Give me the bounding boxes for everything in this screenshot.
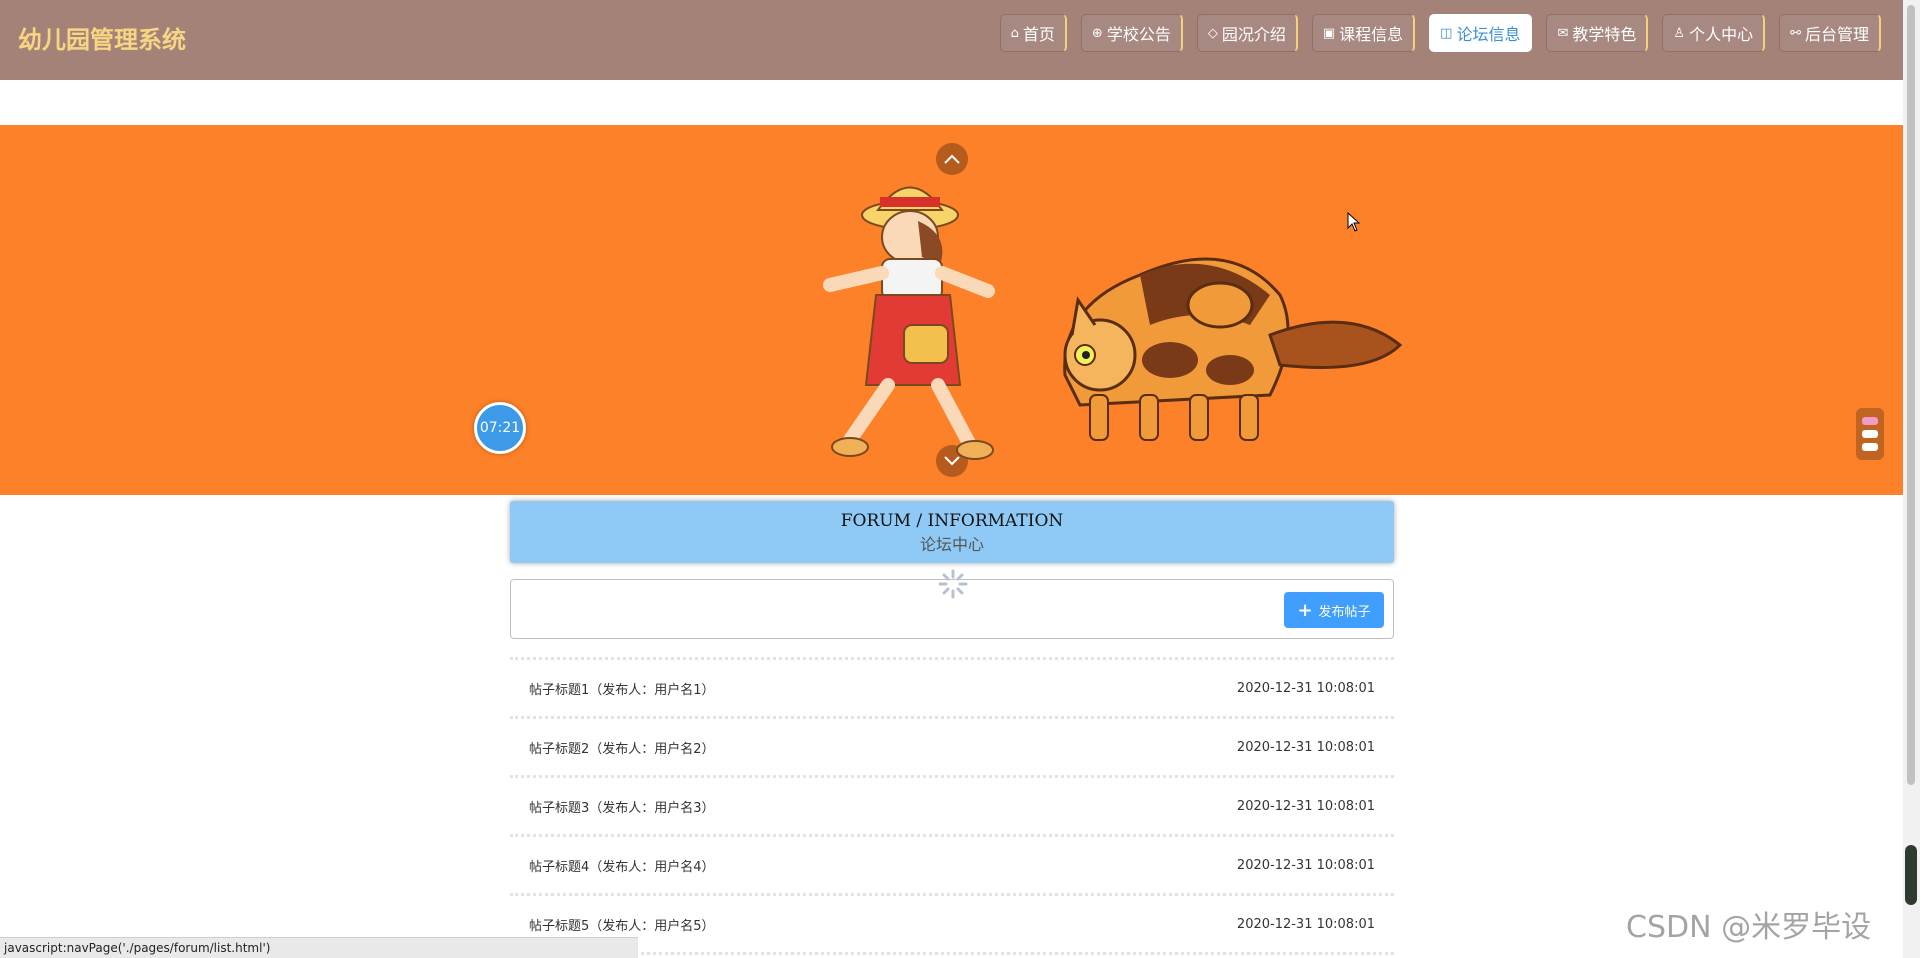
banner-carousel	[0, 125, 1903, 495]
post-title[interactable]: 帖子标题3（发布人：用户名3）	[529, 797, 715, 816]
nav-item-7[interactable]: ⚯ 后台管理	[1779, 14, 1881, 52]
vertical-scrollbar[interactable]	[1903, 0, 1920, 958]
catbus-figure	[1063, 257, 1403, 441]
post-title[interactable]: 帖子标题1（发布人：用户名1）	[529, 679, 715, 698]
post-time: 2020-12-31 10:08:01	[1236, 916, 1375, 932]
plus-icon: +	[1297, 599, 1313, 621]
mail-icon: ✉	[1557, 25, 1569, 41]
post-title[interactable]: 帖子标题5（发布人：用户名5）	[529, 915, 715, 934]
carousel-dot[interactable]	[1862, 430, 1878, 438]
carousel-dot[interactable]	[1862, 443, 1878, 451]
post-time: 2020-12-31 10:08:01	[1236, 739, 1375, 755]
forum-post-row[interactable]: 帖子标题1（发布人：用户名1） 2020-12-31 10:08:01	[510, 657, 1394, 716]
scrollbar-thumb[interactable]	[1907, 5, 1915, 785]
loading-spinner-icon	[938, 569, 968, 599]
link-icon: ⚯	[1790, 25, 1801, 41]
banner-illustration	[823, 186, 1403, 460]
nav-item-label: 学校公告	[1106, 25, 1171, 44]
forum-post-row[interactable]: 帖子标题5（发布人：用户名5） 2020-12-31 10:08:01	[510, 893, 1394, 955]
post-title[interactable]: 帖子标题2（发布人：用户名2）	[529, 738, 715, 757]
post-time: 2020-12-31 10:08:01	[1236, 798, 1375, 814]
post-time: 2020-12-31 10:08:01	[1236, 680, 1375, 696]
nav-item-5[interactable]: ✉ 教学特色	[1546, 14, 1649, 52]
forum-section-header: FORUM / INFORMATION 论坛中心	[510, 501, 1394, 563]
nav-item-0[interactable]: ⌂ 首页	[999, 14, 1067, 52]
tag-icon: ◇	[1207, 25, 1218, 41]
post-title[interactable]: 帖子标题4（发布人：用户名4）	[529, 856, 715, 875]
gift-icon: ▣	[1322, 25, 1336, 41]
browser-status-bar: javascript:navPage('./pages/forum/list.h…	[0, 937, 638, 958]
nav-item-label: 教学特色	[1572, 25, 1637, 44]
post-time: 2020-12-31 10:08:01	[1236, 857, 1375, 873]
forum-title-en: FORUM / INFORMATION	[840, 511, 1064, 531]
forum-post-row[interactable]: 帖子标题4（发布人：用户名4） 2020-12-31 10:08:01	[510, 834, 1394, 893]
user-icon: ♙	[1673, 25, 1686, 41]
mouse-cursor-icon	[1347, 212, 1361, 232]
nav-item-label: 课程信息	[1339, 25, 1404, 44]
girl-figure	[823, 186, 995, 460]
nav-item-label: 个人中心	[1689, 25, 1754, 44]
forum-title-cn: 论坛中心	[919, 535, 984, 554]
forum-post-row[interactable]: 帖子标题3（发布人：用户名3） 2020-12-31 10:08:01	[510, 775, 1394, 834]
nav-item-label: 园况介绍	[1221, 25, 1286, 44]
home-icon: ⌂	[1010, 25, 1019, 41]
book-icon: ◫	[1440, 25, 1453, 41]
forum-post-list: 帖子标题1（发布人：用户名1） 2020-12-31 10:08:01 帖子标题2（…	[510, 657, 1394, 955]
csdn-watermark: CSDN @米罗毕设	[1626, 910, 1872, 945]
forum-toolbar: + 发布帖子	[510, 569, 1394, 639]
site-title: 幼儿园管理系统	[18, 26, 186, 54]
main-nav: ⌂ 首页 ⊕ 学校公告 ◇ 园况介绍 ▣ 课程信息 ◫ 论坛信息 ✉ 教学特色 ♙ 个人中心 ⚯ 后台管理	[999, 14, 1881, 52]
top-header: 幼儿园管理系统 ⌂ 首页 ⊕ 学校公告 ◇ 园况介绍 ▣ 课程信息 ◫ 论坛信息 ✉ 教学特色 ♙ 个人中…	[0, 0, 1903, 80]
scroll-position-indicator[interactable]	[1905, 845, 1917, 905]
carousel-dot[interactable]	[1862, 417, 1878, 425]
nav-item-2[interactable]: ◇ 园况介绍	[1196, 14, 1298, 52]
nav-item-1[interactable]: ⊕ 学校公告	[1080, 14, 1183, 52]
nav-item-label: 后台管理	[1804, 25, 1869, 44]
nav-item-6[interactable]: ♙ 个人中心	[1662, 14, 1766, 52]
nav-item-3[interactable]: ▣ 课程信息	[1311, 14, 1416, 52]
nav-item-label: 首页	[1022, 25, 1055, 44]
globe-icon: ⊕	[1091, 25, 1103, 41]
carousel-indicator[interactable]	[1856, 408, 1884, 460]
nav-item-label: 论坛信息	[1456, 25, 1521, 44]
nav-item-4[interactable]: ◫ 论坛信息	[1429, 14, 1533, 52]
publish-post-button[interactable]: + 发布帖子	[1284, 592, 1384, 628]
clock-widget: 07:21	[474, 402, 526, 454]
forum-post-row[interactable]: 帖子标题2（发布人：用户名2） 2020-12-31 10:08:01	[510, 716, 1394, 775]
publish-post-label: 发布帖子	[1318, 604, 1371, 620]
